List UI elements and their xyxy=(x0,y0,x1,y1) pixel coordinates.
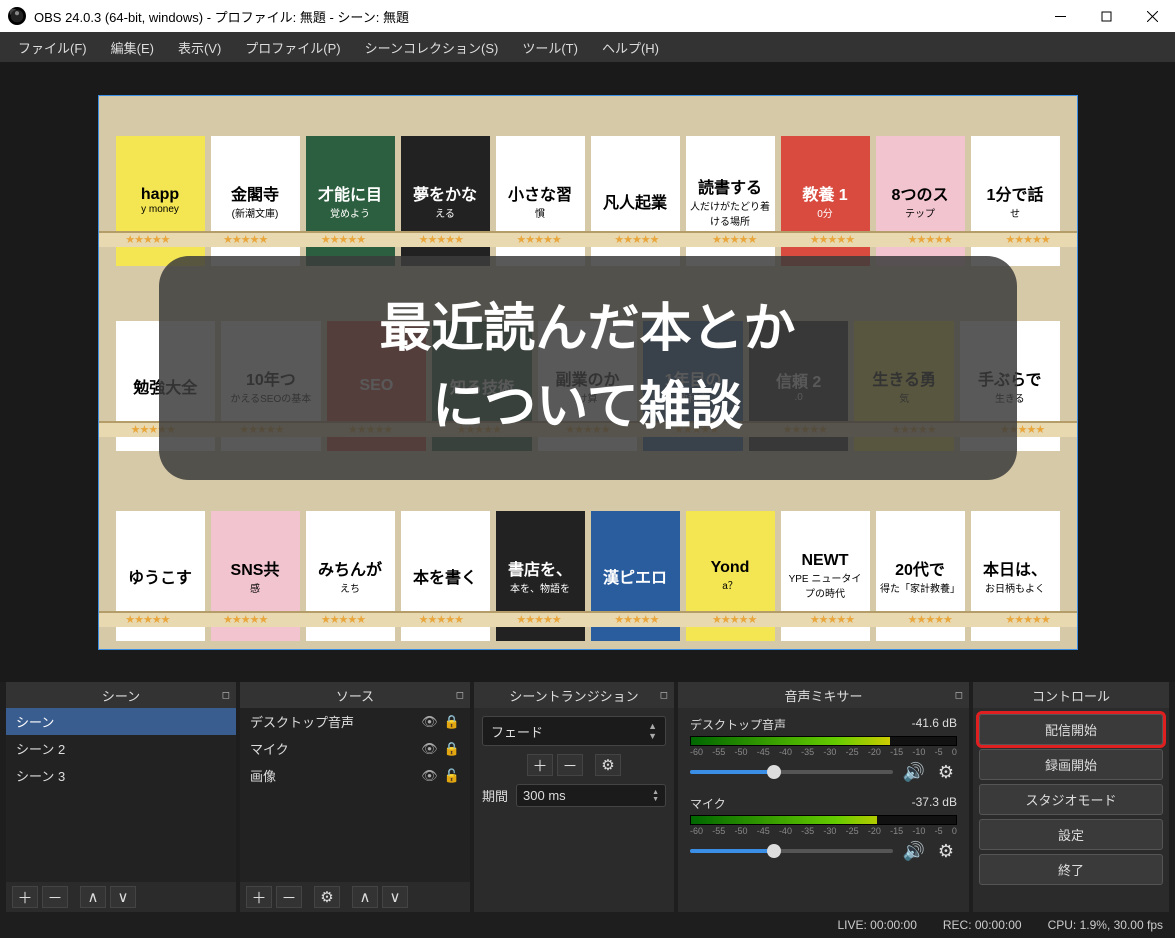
move-up-button[interactable]: ∧ xyxy=(80,886,106,908)
titlebar: OBS 24.0.3 (64-bit, windows) - プロファイル: 無… xyxy=(0,0,1175,32)
lock-icon[interactable]: 🔓 xyxy=(444,768,460,784)
menu-tools[interactable]: ツール(T) xyxy=(510,34,590,61)
obs-logo-icon xyxy=(8,7,26,25)
add-source-button[interactable]: ＋ xyxy=(246,886,272,908)
transitions-header: シーントランジション◻ xyxy=(474,682,674,708)
detach-icon[interactable]: ◻ xyxy=(456,690,464,701)
detach-icon[interactable]: ◻ xyxy=(660,690,668,701)
volume-slider[interactable] xyxy=(690,849,893,853)
close-button[interactable] xyxy=(1129,0,1175,32)
start-streaming-button[interactable]: 配信開始 xyxy=(979,714,1163,745)
source-item[interactable]: 画像👁🔓 xyxy=(240,762,470,789)
transitions-panel: シーントランジション◻ フェード▲▼ ＋ － ⚙ 期間 300 ms▲▼ xyxy=(474,682,674,912)
window-title: OBS 24.0.3 (64-bit, windows) - プロファイル: 無… xyxy=(34,7,1037,26)
speaker-icon[interactable]: 🔊 xyxy=(903,840,925,862)
settings-button[interactable]: 設定 xyxy=(979,819,1163,850)
source-item[interactable]: マイク👁🔒 xyxy=(240,735,470,762)
mixer-header: 音声ミキサー◻ xyxy=(678,682,969,708)
sources-header: ソース◻ xyxy=(240,682,470,708)
scene-item[interactable]: シーン 3 xyxy=(6,762,236,789)
detach-icon[interactable]: ◻ xyxy=(955,690,963,701)
move-up-button[interactable]: ∧ xyxy=(352,886,378,908)
remove-transition-button[interactable]: － xyxy=(557,754,583,776)
live-status: LIVE: 00:00:00 xyxy=(837,918,916,932)
scenes-header: シーン◻ xyxy=(6,682,236,708)
menu-edit[interactable]: 編集(E) xyxy=(99,34,166,61)
controls-header: コントロール xyxy=(973,682,1169,708)
mixer-panel: 音声ミキサー◻ デスクトップ音声-41.6 dB -60-55-50-45-40… xyxy=(678,682,969,912)
scene-item[interactable]: シーン xyxy=(6,708,236,735)
menu-file[interactable]: ファイル(F) xyxy=(6,34,99,61)
level-meter xyxy=(690,736,957,746)
menu-view[interactable]: 表示(V) xyxy=(166,34,233,61)
eye-icon[interactable]: 👁 xyxy=(421,741,438,757)
menu-profile[interactable]: プロファイル(P) xyxy=(233,34,352,61)
menu-scene-collection[interactable]: シーンコレクション(S) xyxy=(353,34,511,61)
eye-icon[interactable]: 👁 xyxy=(421,768,438,784)
move-down-button[interactable]: ∨ xyxy=(382,886,408,908)
lock-icon[interactable]: 🔒 xyxy=(444,714,460,730)
add-scene-button[interactable]: ＋ xyxy=(12,886,38,908)
sources-panel: ソース◻ デスクトップ音声👁🔒 マイク👁🔒 画像👁🔓 ＋ － ⚙ ∧ ∨ xyxy=(240,682,470,912)
channel-db: -37.3 dB xyxy=(912,795,957,812)
volume-slider[interactable] xyxy=(690,770,893,774)
duration-label: 期間 xyxy=(482,786,508,805)
preview-area[interactable]: happy money金閣寺 (新潮文庫)才能に目覚めよう夢をかなえる小さな習慣… xyxy=(0,62,1175,682)
exit-button[interactable]: 終了 xyxy=(979,854,1163,885)
menu-help[interactable]: ヘルプ(H) xyxy=(590,34,671,61)
eye-icon[interactable]: 👁 xyxy=(421,714,438,730)
source-item[interactable]: デスクトップ音声👁🔒 xyxy=(240,708,470,735)
studio-mode-button[interactable]: スタジオモード xyxy=(979,784,1163,815)
maximize-button[interactable] xyxy=(1083,0,1129,32)
scene-item[interactable]: シーン 2 xyxy=(6,735,236,762)
scenes-panel: シーン◻ シーン シーン 2 シーン 3 ＋ － ∧ ∨ xyxy=(6,682,236,912)
overlay-text: 最近読んだ本とかについて雑談 xyxy=(159,256,1017,480)
move-down-button[interactable]: ∨ xyxy=(110,886,136,908)
duration-spinbox[interactable]: 300 ms▲▼ xyxy=(516,784,666,807)
menubar: ファイル(F) 編集(E) 表示(V) プロファイル(P) シーンコレクション(… xyxy=(0,32,1175,62)
level-meter xyxy=(690,815,957,825)
cpu-status: CPU: 1.9%, 30.00 fps xyxy=(1048,918,1163,932)
start-recording-button[interactable]: 録画開始 xyxy=(979,749,1163,780)
preview-canvas[interactable]: happy money金閣寺 (新潮文庫)才能に目覚めよう夢をかなえる小さな習慣… xyxy=(98,95,1078,650)
controls-panel: コントロール 配信開始 録画開始 スタジオモード 設定 終了 xyxy=(973,682,1169,912)
channel-db: -41.6 dB xyxy=(912,716,957,733)
transition-settings-button[interactable]: ⚙ xyxy=(595,754,621,776)
channel-name: デスクトップ音声 xyxy=(690,716,786,733)
transition-select[interactable]: フェード▲▼ xyxy=(482,716,666,746)
detach-icon[interactable]: ◻ xyxy=(222,690,230,701)
lock-icon[interactable]: 🔒 xyxy=(444,741,460,757)
channel-name: マイク xyxy=(690,795,726,812)
source-settings-button[interactable]: ⚙ xyxy=(314,886,340,908)
speaker-icon[interactable]: 🔊 xyxy=(903,761,925,783)
gear-icon[interactable]: ⚙ xyxy=(935,840,957,862)
add-transition-button[interactable]: ＋ xyxy=(527,754,553,776)
status-bar: LIVE: 00:00:00 REC: 00:00:00 CPU: 1.9%, … xyxy=(0,912,1175,938)
remove-scene-button[interactable]: － xyxy=(42,886,68,908)
minimize-button[interactable] xyxy=(1037,0,1083,32)
rec-status: REC: 00:00:00 xyxy=(943,918,1022,932)
remove-source-button[interactable]: － xyxy=(276,886,302,908)
gear-icon[interactable]: ⚙ xyxy=(935,761,957,783)
